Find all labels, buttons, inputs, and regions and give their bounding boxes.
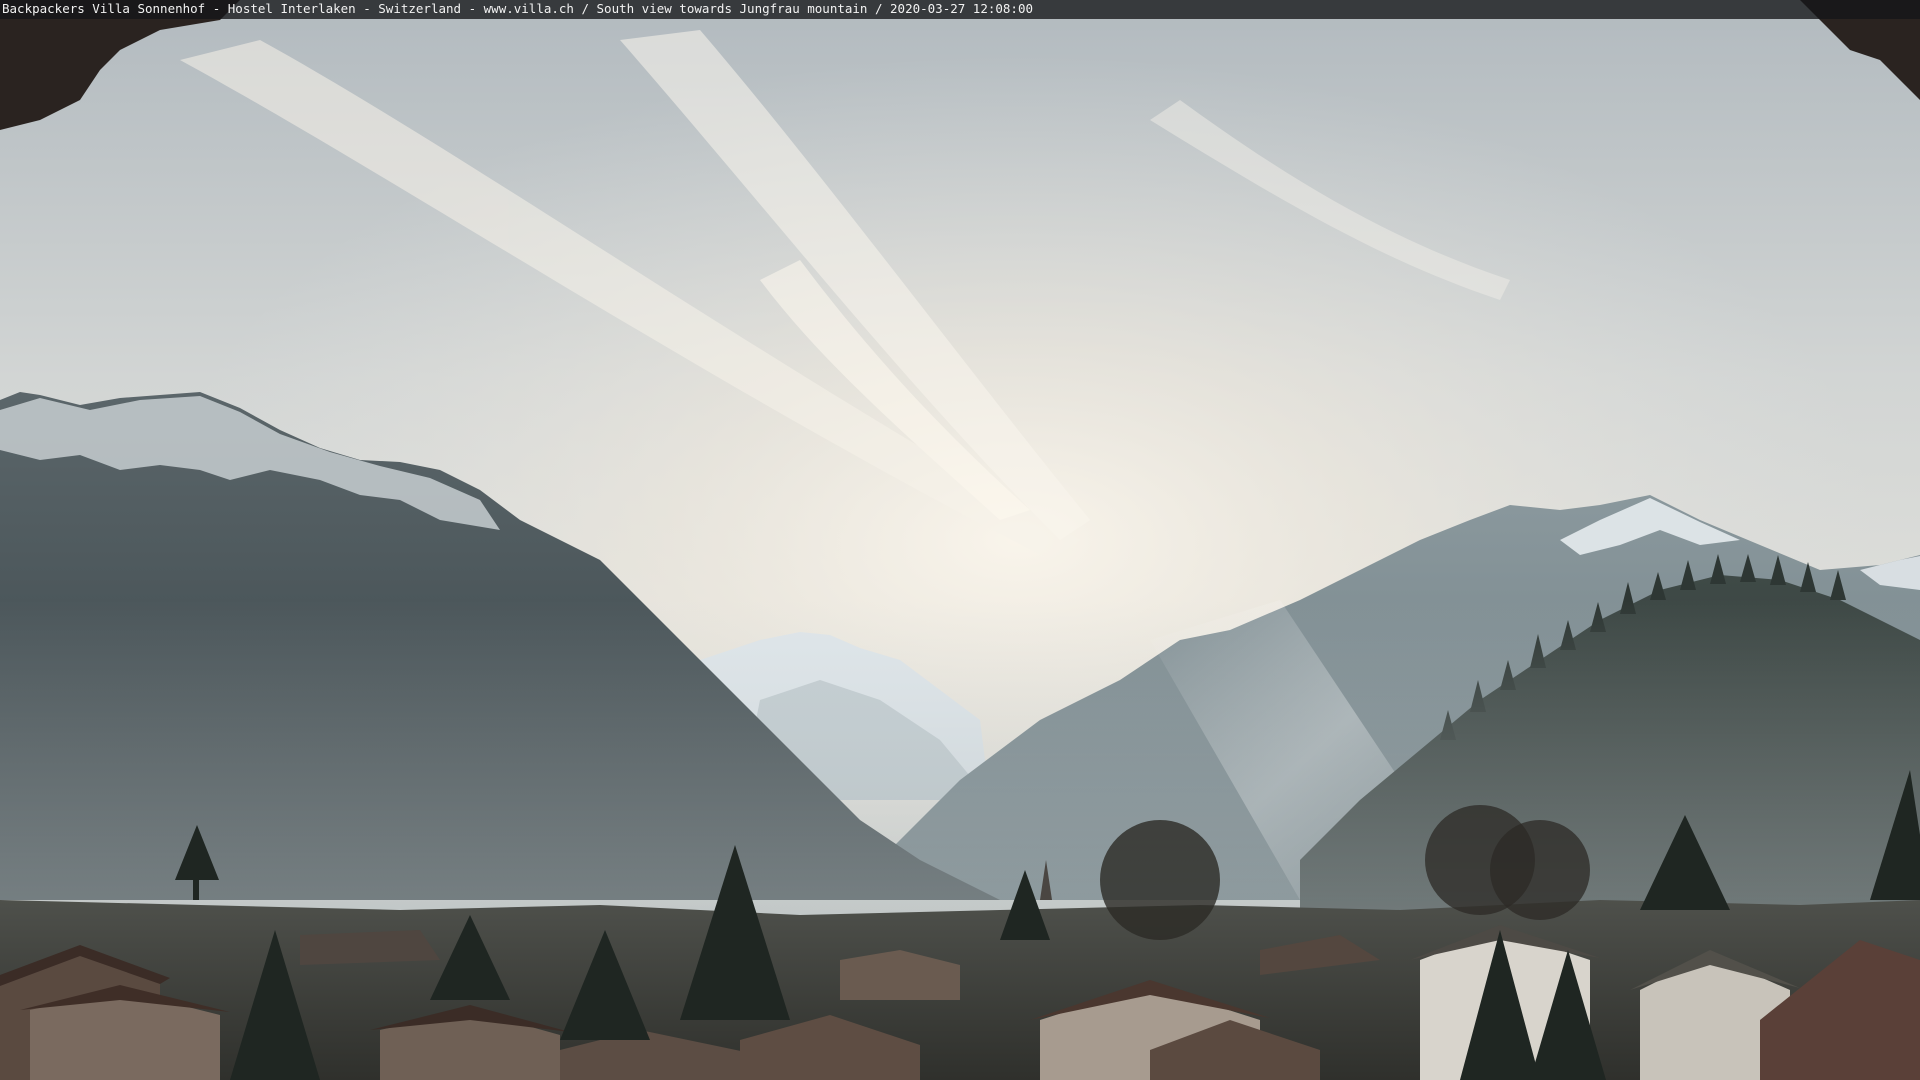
webcam-view: Backpackers Villa Sonnenhof - Hostel Int… [0,0,1920,1080]
webcam-caption: Backpackers Villa Sonnenhof - Hostel Int… [2,1,1034,16]
landscape-image [0,0,1920,1080]
valley-haze [0,600,1920,920]
timestamp-bar: Backpackers Villa Sonnenhof - Hostel Int… [0,0,1920,19]
